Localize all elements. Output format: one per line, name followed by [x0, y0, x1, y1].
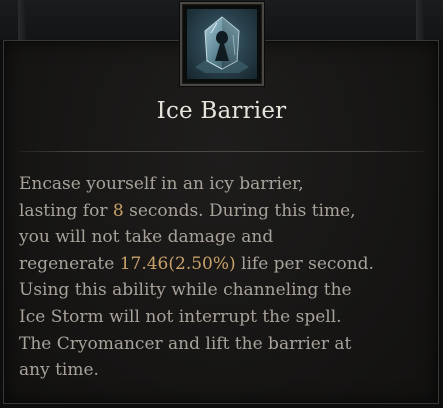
description-text: Encase yourself in an icy barrier, [19, 174, 304, 194]
description-line: any time. [19, 357, 429, 384]
description-line: lasting for 8 seconds. During this time, [19, 198, 429, 225]
skill-description: Encase yourself in an icy barrier, lastin… [19, 171, 429, 384]
skill-title: Ice Barrier [156, 98, 287, 124]
description-text: you will not take damage and [19, 227, 274, 248]
description-text: Ice Storm will not interrupt the spell. [19, 306, 342, 327]
description-line: The Cryomancer and lift the barrier at [19, 331, 429, 358]
backdrop-frame-left [18, 0, 26, 40]
description-text: lasting for [19, 200, 113, 221]
description-line: regenerate 17.46(2.50%) life per second. [19, 251, 429, 278]
description-text: life per second. [235, 253, 374, 274]
ice-barrier-crystal-icon [187, 9, 257, 79]
backdrop-frame-right [416, 0, 424, 40]
highlighted-value: 8 [112, 200, 124, 221]
description-line: Ice Storm will not interrupt the spell. [19, 304, 429, 331]
tooltip-stage: Ice Barrier Encase yourself in an icy ba… [0, 0, 443, 408]
description-line: Encase yourself in an icy barrier, [19, 171, 429, 198]
description-text: any time. [19, 360, 99, 381]
description-line: Using this ability while channeling the [19, 277, 429, 304]
skill-icon-frame [180, 2, 264, 86]
title-divider [19, 151, 424, 152]
description-text: The Cryomancer and lift the barrier at [19, 333, 352, 354]
description-text: regenerate [19, 253, 120, 274]
description-text: seconds. During this time, [123, 200, 356, 221]
description-line: you will not take damage and [19, 224, 429, 251]
highlighted-value: 17.46(2.50%) [119, 253, 236, 274]
description-text: Using this ability while channeling the [19, 280, 352, 301]
